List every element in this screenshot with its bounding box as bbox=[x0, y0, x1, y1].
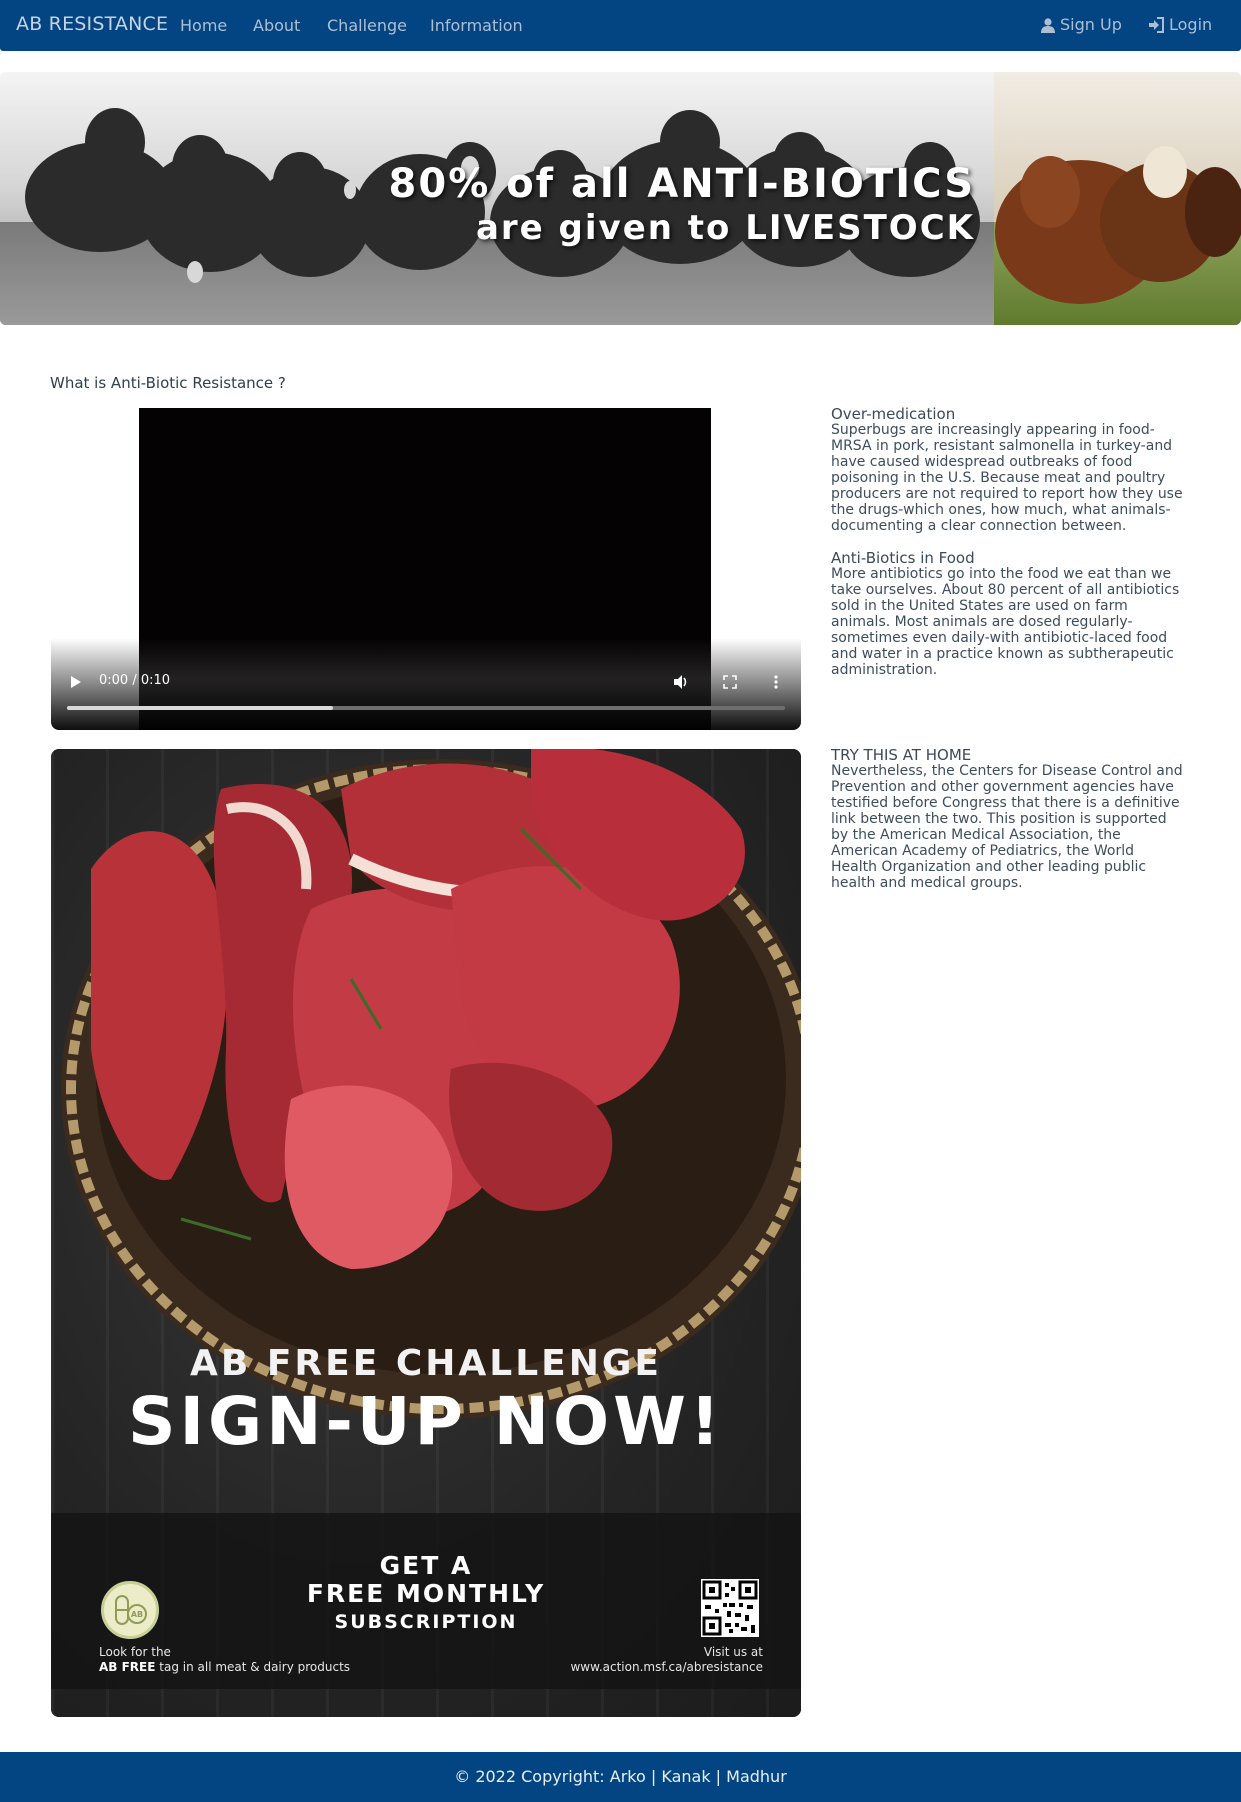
video-time: 0:00 / 0:10 bbox=[99, 673, 171, 688]
brand-link[interactable]: AB RESISTANCE bbox=[16, 13, 168, 35]
info-line: testified before Congress that there is … bbox=[831, 795, 1180, 811]
hero-banner: 80% of all ANTI-BIOTICS are given to LIV… bbox=[0, 72, 1241, 325]
offer-line-2: FREE MONTHLY bbox=[306, 1579, 546, 1608]
info-line: poisoning in the U.S. Because meat and p… bbox=[831, 470, 1166, 486]
play-icon[interactable] bbox=[69, 674, 83, 690]
nav-information[interactable]: Information bbox=[430, 16, 523, 35]
login-label: Login bbox=[1169, 15, 1213, 34]
info-line: American Academy of Pediatrics, the Worl… bbox=[831, 843, 1134, 859]
info-line: sometimes even daily-with antibiotic-lac… bbox=[831, 630, 1168, 646]
info-line: sold in the United States are used on fa… bbox=[831, 598, 1128, 614]
info-line: More antibiotics go into the food we eat… bbox=[831, 566, 1172, 582]
signup-label: Sign Up bbox=[1060, 15, 1122, 34]
video-player[interactable]: 0:00 / 0:10 bbox=[51, 408, 801, 730]
info-line: animals. Most animals are dosed regularl… bbox=[831, 614, 1133, 630]
info-block-over-medication: Over-medication Superbugs are increasing… bbox=[831, 406, 1191, 534]
info-line: take ourselves. About 80 percent of all … bbox=[831, 582, 1180, 598]
info-line: and water in a practice known as subther… bbox=[831, 646, 1174, 662]
info-line: the drugs-which ones, how much, what ani… bbox=[831, 502, 1171, 518]
poster-headline: AB FREE CHALLENGE bbox=[189, 1343, 662, 1384]
info-heading: TRY THIS AT HOME bbox=[831, 746, 972, 764]
info-block-antibiotics-in-food: Anti-Biotics in Food More antibiotics go… bbox=[831, 550, 1191, 678]
visit-us-label: Visit us at bbox=[703, 1645, 763, 1659]
info-line: Nevertheless, the Centers for Disease Co… bbox=[831, 763, 1183, 779]
nav-about[interactable]: About bbox=[253, 16, 300, 35]
login-link[interactable]: Login bbox=[1148, 15, 1212, 34]
top-navbar: AB RESISTANCE Home About Challenge Infor… bbox=[0, 0, 1241, 51]
ab-free-badge-icon: AB bbox=[101, 1581, 159, 1639]
more-options-icon[interactable] bbox=[773, 674, 779, 690]
challenge-poster[interactable]: AB FREE CHALLENGE SIGN-UP NOW! GET A FRE… bbox=[51, 749, 801, 1717]
look-for-text: Look for the bbox=[99, 1645, 171, 1659]
video-progress-bar[interactable] bbox=[67, 706, 785, 710]
fullscreen-icon[interactable] bbox=[722, 674, 738, 690]
footer-copyright: © 2022 Copyright: Arko | Kanak | Madhur bbox=[0, 1752, 1241, 1802]
info-line: Prevention and other government agencies… bbox=[831, 779, 1174, 795]
info-block-try-this-at-home: TRY THIS AT HOME Nevertheless, the Cente… bbox=[831, 747, 1191, 891]
ab-free-tag-text: AB FREE tag in all meat & dairy products bbox=[99, 1660, 351, 1674]
user-icon bbox=[1041, 17, 1055, 33]
login-icon bbox=[1149, 16, 1164, 33]
video-progress-fill bbox=[67, 706, 333, 710]
info-line: producers are not required to report how… bbox=[831, 486, 1183, 502]
volume-icon[interactable] bbox=[672, 673, 690, 691]
svg-text:AB: AB bbox=[131, 1610, 143, 1619]
info-line: have caused widespread outbreaks of food bbox=[831, 454, 1133, 470]
nav-challenge[interactable]: Challenge bbox=[327, 16, 407, 35]
info-line: Superbugs are increasingly appearing in … bbox=[831, 422, 1155, 438]
info-heading: Anti-Biotics in Food bbox=[831, 549, 975, 567]
info-line: by the American Medical Association, the bbox=[831, 827, 1121, 843]
info-line: link between the two. This position is s… bbox=[831, 811, 1167, 827]
info-line: administration. bbox=[831, 662, 938, 678]
hero-subheadline: are given to LIVESTOCK bbox=[475, 208, 975, 248]
hero-headline: 80% of all ANTI-BIOTICS bbox=[388, 161, 975, 207]
signup-link[interactable]: Sign Up bbox=[1040, 15, 1122, 34]
poster-cta[interactable]: SIGN-UP NOW! bbox=[51, 1383, 801, 1460]
info-line: documenting a clear connection between. bbox=[831, 518, 1127, 534]
qr-code-icon[interactable] bbox=[701, 1579, 759, 1637]
offer-line-3: SUBSCRIPTION bbox=[334, 1611, 518, 1633]
info-line: MRSA in pork, resistant salmonella in tu… bbox=[831, 438, 1173, 454]
section-title: What is Anti-Biotic Resistance ? bbox=[50, 374, 286, 392]
info-heading: Over-medication bbox=[831, 405, 956, 423]
visit-url[interactable]: www.action.msf.ca/abresistance bbox=[570, 1660, 763, 1674]
offer-line-1: GET A bbox=[379, 1551, 473, 1580]
nav-home[interactable]: Home bbox=[180, 16, 227, 35]
info-line: health and medical groups. bbox=[831, 875, 1023, 891]
info-line: Health Organization and other leading pu… bbox=[831, 859, 1147, 875]
